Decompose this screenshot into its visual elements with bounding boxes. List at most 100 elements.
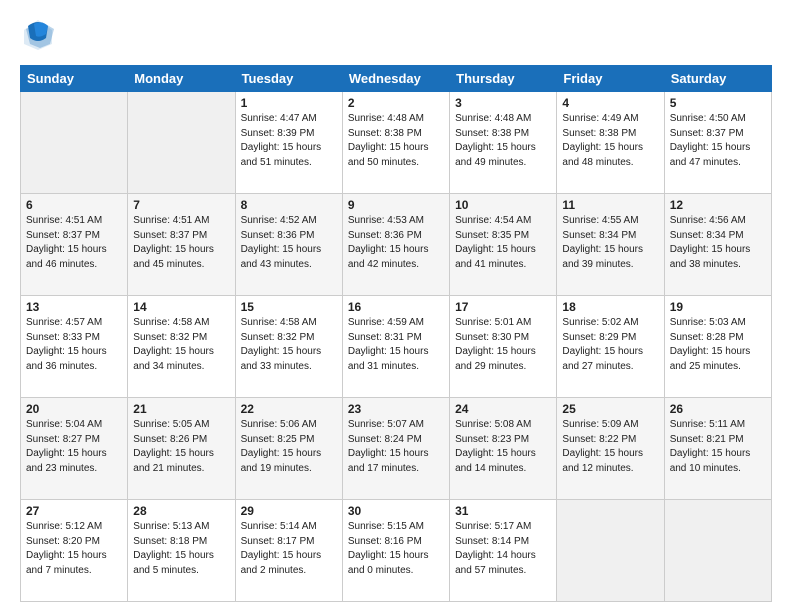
calendar-cell: 12 Sunrise: 4:56 AM Sunset: 8:34 PM Dayli… <box>664 194 771 296</box>
day-number: 22 <box>241 402 337 416</box>
day-number: 17 <box>455 300 551 314</box>
calendar-cell: 11 Sunrise: 4:55 AM Sunset: 8:34 PM Dayli… <box>557 194 664 296</box>
calendar-cell: 14 Sunrise: 4:58 AM Sunset: 8:32 PM Dayli… <box>128 296 235 398</box>
day-info: Sunrise: 4:59 AM Sunset: 8:31 PM Dayligh… <box>348 316 444 374</box>
calendar-cell <box>21 92 128 194</box>
day-number: 8 <box>241 198 337 212</box>
weekday-header-thursday: Thursday <box>450 66 557 92</box>
day-info: Sunrise: 5:09 AM Sunset: 8:22 PM Dayligh… <box>562 418 658 476</box>
day-info: Sunrise: 4:55 AM Sunset: 8:34 PM Dayligh… <box>562 214 658 272</box>
calendar-cell: 10Sunrise: 4:54 AM Sunset: 8:35 PM Dayli… <box>450 194 557 296</box>
day-number: 9 <box>348 198 444 212</box>
day-number: 15 <box>241 300 337 314</box>
day-number: 10 <box>455 198 551 212</box>
day-info: Sunrise: 4:52 AM Sunset: 8:36 PM Dayligh… <box>241 214 337 272</box>
calendar-cell: 22Sunrise: 5:06 AM Sunset: 8:25 PM Dayli… <box>235 398 342 500</box>
day-number: 28 <box>133 504 229 518</box>
calendar-cell: 24 Sunrise: 5:08 AM Sunset: 8:23 PM Dayli… <box>450 398 557 500</box>
calendar-cell: 21 Sunrise: 5:05 AM Sunset: 8:26 PM Dayli… <box>128 398 235 500</box>
day-info: Sunrise: 5:12 AM Sunset: 8:20 PM Dayligh… <box>26 520 122 578</box>
day-number: 2 <box>348 96 444 110</box>
day-number: 12 <box>670 198 766 212</box>
day-number: 31 <box>455 504 551 518</box>
calendar-week-row: 1 Sunrise: 4:47 AM Sunset: 8:39 PM Daylig… <box>21 92 772 194</box>
day-info: Sunrise: 5:02 AM Sunset: 8:29 PM Dayligh… <box>562 316 658 374</box>
day-info: Sunrise: 5:15 AM Sunset: 8:16 PM Dayligh… <box>348 520 444 578</box>
day-info: Sunrise: 5:11 AM Sunset: 8:21 PM Dayligh… <box>670 418 766 476</box>
day-number: 19 <box>670 300 766 314</box>
day-info: Sunrise: 4:47 AM Sunset: 8:39 PM Dayligh… <box>241 112 337 170</box>
calendar-cell: 13Sunrise: 4:57 AM Sunset: 8:33 PM Dayli… <box>21 296 128 398</box>
day-info: Sunrise: 4:48 AM Sunset: 8:38 PM Dayligh… <box>455 112 551 170</box>
calendar-cell: 2 Sunrise: 4:48 AM Sunset: 8:38 PM Daylig… <box>342 92 449 194</box>
calendar-cell: 1 Sunrise: 4:47 AM Sunset: 8:39 PM Daylig… <box>235 92 342 194</box>
calendar-cell: 25Sunrise: 5:09 AM Sunset: 8:22 PM Dayli… <box>557 398 664 500</box>
calendar-cell: 7 Sunrise: 4:51 AM Sunset: 8:37 PM Daylig… <box>128 194 235 296</box>
day-info: Sunrise: 4:51 AM Sunset: 8:37 PM Dayligh… <box>133 214 229 272</box>
day-number: 18 <box>562 300 658 314</box>
day-info: Sunrise: 5:01 AM Sunset: 8:30 PM Dayligh… <box>455 316 551 374</box>
calendar-cell <box>557 500 664 602</box>
calendar-cell: 8 Sunrise: 4:52 AM Sunset: 8:36 PM Daylig… <box>235 194 342 296</box>
calendar-cell: 28Sunrise: 5:13 AM Sunset: 8:18 PM Dayli… <box>128 500 235 602</box>
day-info: Sunrise: 4:58 AM Sunset: 8:32 PM Dayligh… <box>133 316 229 374</box>
weekday-header-friday: Friday <box>557 66 664 92</box>
weekday-header-sunday: Sunday <box>21 66 128 92</box>
calendar-cell: 15 Sunrise: 4:58 AM Sunset: 8:32 PM Dayli… <box>235 296 342 398</box>
day-number: 24 <box>455 402 551 416</box>
day-info: Sunrise: 4:51 AM Sunset: 8:37 PM Dayligh… <box>26 214 122 272</box>
day-info: Sunrise: 5:03 AM Sunset: 8:28 PM Dayligh… <box>670 316 766 374</box>
calendar-cell: 3 Sunrise: 4:48 AM Sunset: 8:38 PM Daylig… <box>450 92 557 194</box>
day-info: Sunrise: 5:08 AM Sunset: 8:23 PM Dayligh… <box>455 418 551 476</box>
calendar-header: SundayMondayTuesdayWednesdayThursdayFrid… <box>21 66 772 92</box>
calendar-cell <box>128 92 235 194</box>
day-number: 7 <box>133 198 229 212</box>
calendar-cell: 29 Sunrise: 5:14 AM Sunset: 8:17 PM Dayli… <box>235 500 342 602</box>
day-info: Sunrise: 5:05 AM Sunset: 8:26 PM Dayligh… <box>133 418 229 476</box>
day-number: 11 <box>562 198 658 212</box>
weekday-header-saturday: Saturday <box>664 66 771 92</box>
day-info: Sunrise: 4:49 AM Sunset: 8:38 PM Dayligh… <box>562 112 658 170</box>
weekday-header-tuesday: Tuesday <box>235 66 342 92</box>
day-number: 14 <box>133 300 229 314</box>
page: SundayMondayTuesdayWednesdayThursdayFrid… <box>0 0 792 612</box>
day-number: 3 <box>455 96 551 110</box>
day-number: 27 <box>26 504 122 518</box>
day-info: Sunrise: 5:14 AM Sunset: 8:17 PM Dayligh… <box>241 520 337 578</box>
calendar-body: 1 Sunrise: 4:47 AM Sunset: 8:39 PM Daylig… <box>21 92 772 602</box>
calendar-cell: 18 Sunrise: 5:02 AM Sunset: 8:29 PM Dayli… <box>557 296 664 398</box>
logo <box>20 16 60 57</box>
header <box>20 16 772 57</box>
calendar-cell: 23 Sunrise: 5:07 AM Sunset: 8:24 PM Dayli… <box>342 398 449 500</box>
calendar-cell: 19 Sunrise: 5:03 AM Sunset: 8:28 PM Dayli… <box>664 296 771 398</box>
calendar-week-row: 20 Sunrise: 5:04 AM Sunset: 8:27 PM Dayli… <box>21 398 772 500</box>
calendar-cell: 30 Sunrise: 5:15 AM Sunset: 8:16 PM Dayli… <box>342 500 449 602</box>
day-info: Sunrise: 4:48 AM Sunset: 8:38 PM Dayligh… <box>348 112 444 170</box>
logo-icon <box>20 16 56 52</box>
day-number: 16 <box>348 300 444 314</box>
day-number: 26 <box>670 402 766 416</box>
calendar-cell: 16 Sunrise: 4:59 AM Sunset: 8:31 PM Dayli… <box>342 296 449 398</box>
calendar-cell: 31Sunrise: 5:17 AM Sunset: 8:14 PM Dayli… <box>450 500 557 602</box>
calendar-week-row: 27 Sunrise: 5:12 AM Sunset: 8:20 PM Dayli… <box>21 500 772 602</box>
calendar-cell: 27 Sunrise: 5:12 AM Sunset: 8:20 PM Dayli… <box>21 500 128 602</box>
day-number: 29 <box>241 504 337 518</box>
calendar-table: SundayMondayTuesdayWednesdayThursdayFrid… <box>20 65 772 602</box>
day-number: 13 <box>26 300 122 314</box>
calendar-cell: 20 Sunrise: 5:04 AM Sunset: 8:27 PM Dayli… <box>21 398 128 500</box>
day-number: 30 <box>348 504 444 518</box>
day-info: Sunrise: 4:56 AM Sunset: 8:34 PM Dayligh… <box>670 214 766 272</box>
day-number: 21 <box>133 402 229 416</box>
weekday-header-monday: Monday <box>128 66 235 92</box>
day-number: 23 <box>348 402 444 416</box>
day-number: 20 <box>26 402 122 416</box>
day-info: Sunrise: 4:50 AM Sunset: 8:37 PM Dayligh… <box>670 112 766 170</box>
day-info: Sunrise: 4:58 AM Sunset: 8:32 PM Dayligh… <box>241 316 337 374</box>
calendar-cell: 9 Sunrise: 4:53 AM Sunset: 8:36 PM Daylig… <box>342 194 449 296</box>
day-number: 6 <box>26 198 122 212</box>
day-info: Sunrise: 5:04 AM Sunset: 8:27 PM Dayligh… <box>26 418 122 476</box>
day-info: Sunrise: 4:53 AM Sunset: 8:36 PM Dayligh… <box>348 214 444 272</box>
calendar-cell: 26 Sunrise: 5:11 AM Sunset: 8:21 PM Dayli… <box>664 398 771 500</box>
day-info: Sunrise: 5:07 AM Sunset: 8:24 PM Dayligh… <box>348 418 444 476</box>
day-number: 1 <box>241 96 337 110</box>
